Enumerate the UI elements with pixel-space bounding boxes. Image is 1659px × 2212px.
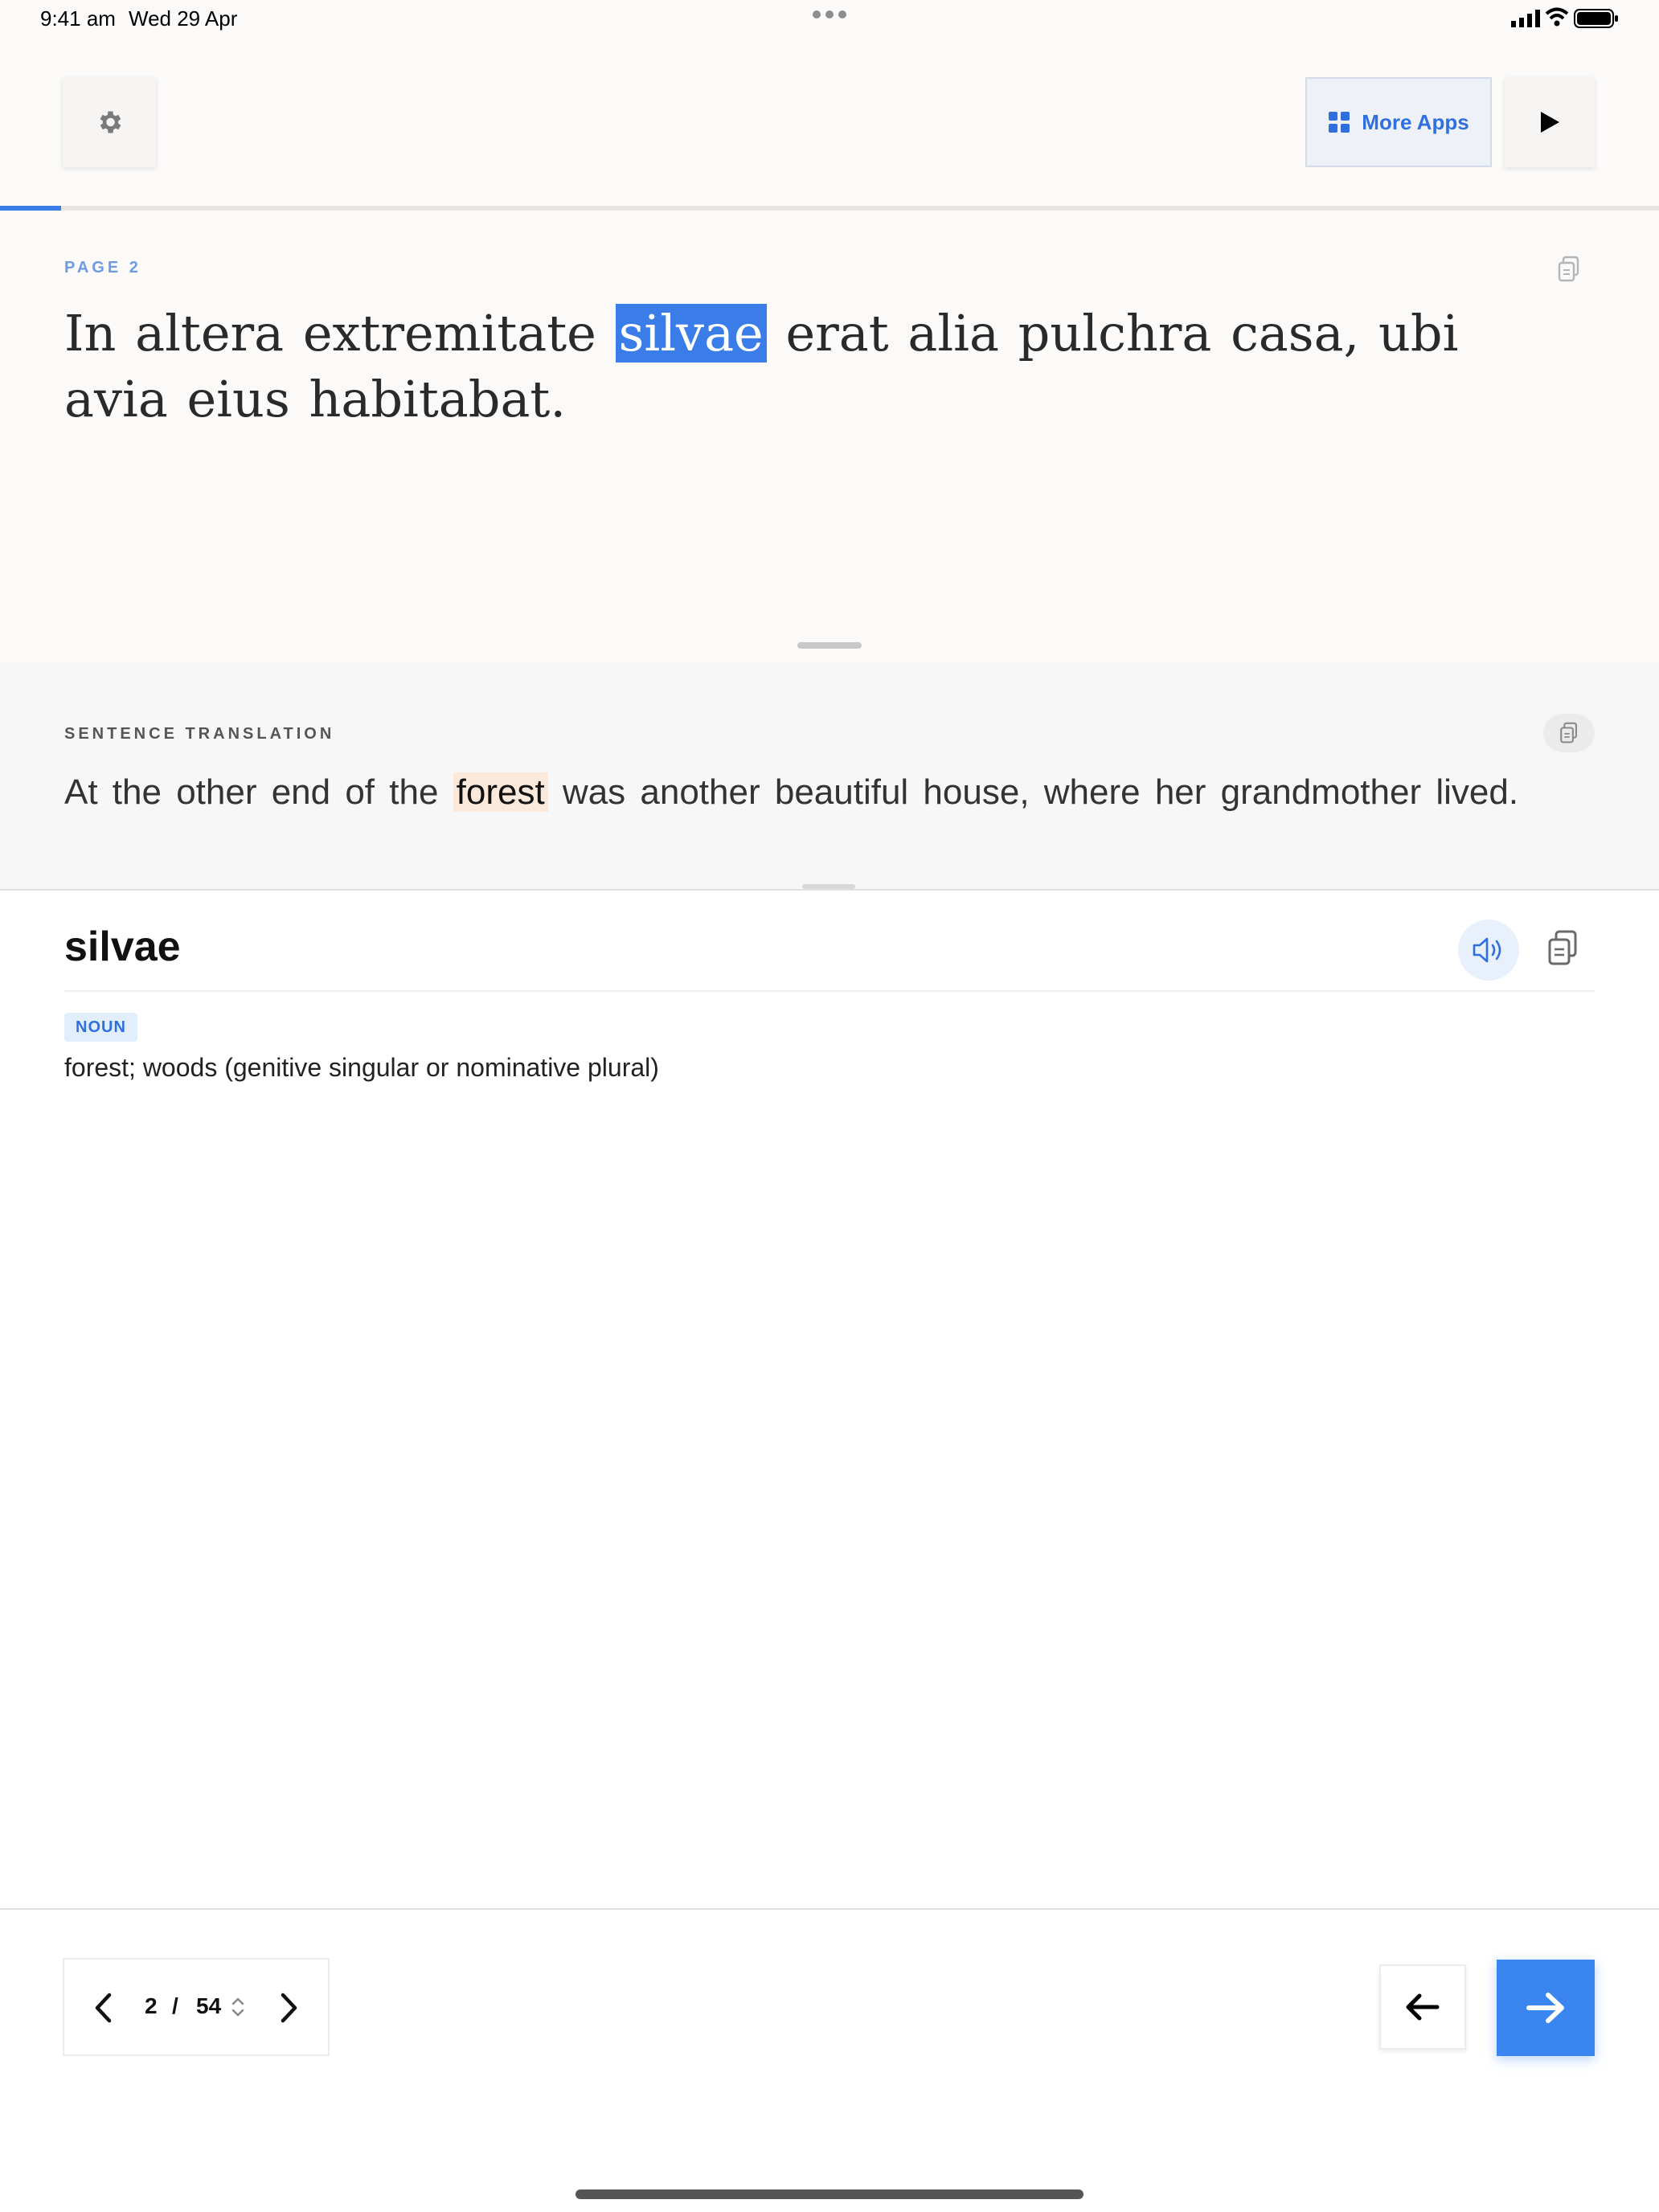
play-button[interactable] bbox=[1505, 77, 1595, 167]
more-apps-label: More Apps bbox=[1362, 109, 1469, 134]
highlighted-translation-word: forest bbox=[453, 772, 548, 812]
latin-sentence[interactable]: In altera extremitate silvae erat alia p… bbox=[64, 301, 1527, 432]
chevron-up-down-icon[interactable] bbox=[230, 1995, 246, 2019]
copy-definition-icon[interactable] bbox=[1546, 929, 1579, 968]
reading-progress-track bbox=[0, 206, 1659, 211]
multitasking-dots-icon[interactable] bbox=[810, 8, 849, 21]
home-indicator[interactable] bbox=[576, 2189, 1083, 2199]
next-sentence-button[interactable] bbox=[1497, 1960, 1595, 2056]
settings-button[interactable] bbox=[63, 77, 156, 167]
pronounce-button[interactable] bbox=[1458, 920, 1519, 981]
dictionary-divider bbox=[64, 990, 1595, 992]
status-date: Wed 29 Apr bbox=[129, 6, 238, 31]
wifi-icon bbox=[1545, 7, 1569, 27]
reading-progress-fill bbox=[0, 206, 62, 211]
selected-word[interactable]: silvae bbox=[615, 304, 767, 363]
battery-icon bbox=[1574, 9, 1618, 28]
copy-icon bbox=[1560, 722, 1577, 743]
status-time: 9:41 am bbox=[40, 6, 116, 31]
part-of-speech-badge: NOUN bbox=[64, 1013, 137, 1042]
translation-label: SENTENCE TRANSLATION bbox=[64, 725, 335, 743]
translation-sentence: At the other end of the forest was anoth… bbox=[64, 767, 1591, 818]
page-label: PAGE 2 bbox=[64, 259, 141, 276]
copy-text-icon[interactable] bbox=[1556, 256, 1582, 283]
dictionary-pane bbox=[0, 891, 1659, 1908]
copy-translation-button[interactable] bbox=[1543, 714, 1595, 752]
more-apps-button[interactable]: More Apps bbox=[1305, 77, 1492, 167]
pane-resize-handle[interactable] bbox=[797, 642, 862, 649]
page-separator: / bbox=[172, 1993, 178, 2018]
total-pages: 54 bbox=[196, 1993, 222, 2018]
dictionary-resize-handle[interactable] bbox=[802, 884, 855, 889]
play-icon bbox=[1541, 112, 1559, 133]
chevron-left-icon[interactable] bbox=[92, 1992, 114, 2024]
arrow-right-icon bbox=[1526, 1993, 1564, 2023]
cellular-signal-icon bbox=[1511, 10, 1540, 27]
translation-text-before: At the other end of the bbox=[64, 772, 453, 812]
definition-text: forest; woods (genitive singular or nomi… bbox=[64, 1053, 659, 1082]
translation-text-after: was another beautiful house, where her g… bbox=[547, 772, 1519, 812]
current-page: 2 bbox=[145, 1993, 158, 2018]
grid-icon bbox=[1329, 112, 1350, 133]
latin-text-before[interactable]: In altera extremitate bbox=[64, 304, 616, 363]
chevron-right-icon[interactable] bbox=[278, 1992, 301, 2024]
gear-icon bbox=[100, 111, 121, 133]
arrow-left-icon bbox=[1406, 1993, 1440, 2021]
speaker-icon bbox=[1473, 937, 1501, 963]
previous-sentence-button[interactable] bbox=[1379, 1964, 1466, 2050]
bottom-bar bbox=[0, 1910, 1659, 2212]
dictionary-headword: silvae bbox=[64, 924, 181, 970]
